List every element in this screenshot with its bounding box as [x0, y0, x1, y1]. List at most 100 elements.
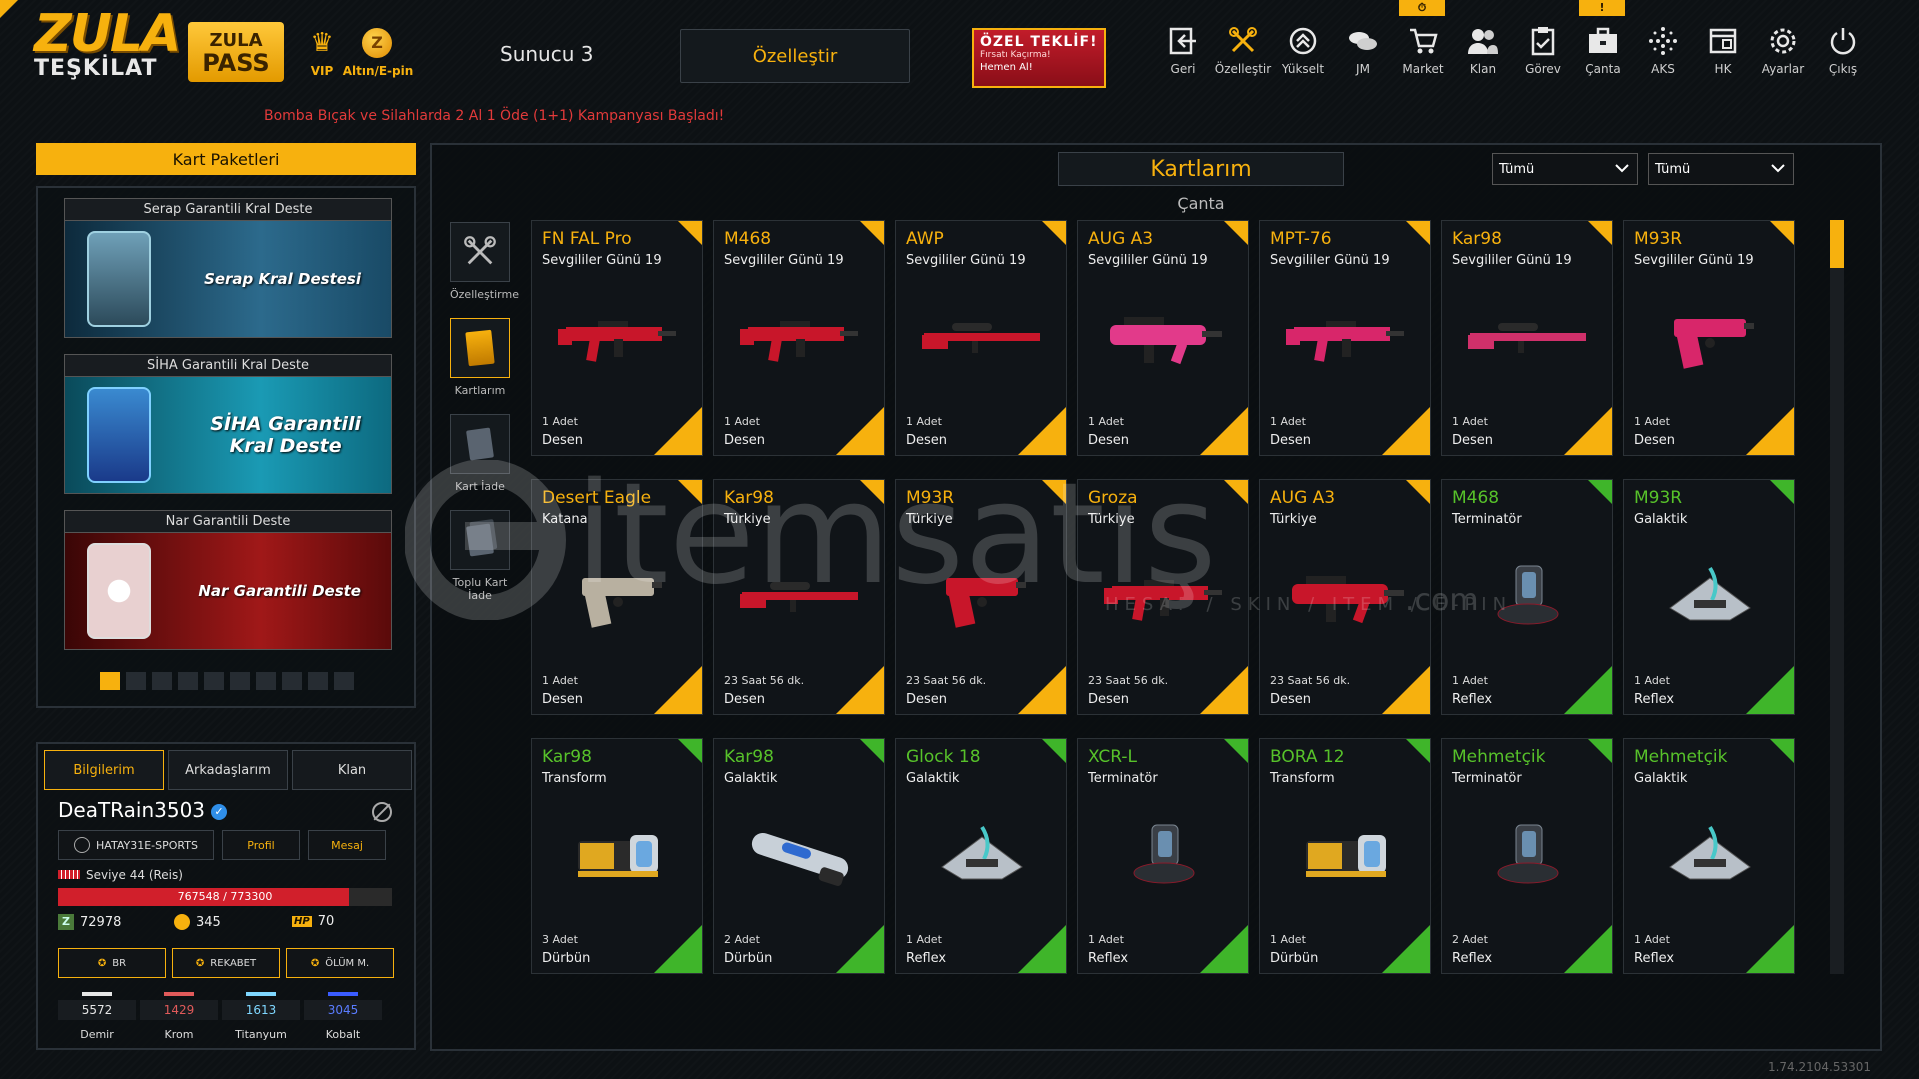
deck-nar[interactable]: Nar Garantili Deste Nar Garantili Deste	[64, 510, 392, 650]
weapon-card[interactable]: Kar98 Sevgililer Günü 19 1 Adet Desen	[1441, 220, 1613, 456]
clan-tag-button[interactable]: HATAY31E-SPORTS	[58, 830, 214, 860]
tool-bulk-card-return[interactable]: Toplu Kart İade	[450, 510, 510, 602]
filter-dropdown-2[interactable]: Tümü	[1648, 153, 1794, 185]
tier-corner-bottom	[1200, 925, 1248, 973]
scrollbar-track[interactable]	[1830, 220, 1844, 974]
deck-title: SİHA Garantili Kral Deste	[65, 355, 391, 377]
tool-customization[interactable]: Özelleştirme	[450, 222, 519, 301]
special-offer-banner[interactable]: ÖZEL TEKLİF! Fırsatı Kaçırma! Hemen Al!	[972, 28, 1106, 88]
page-dot[interactable]	[282, 672, 302, 690]
card-packages-panel: Serap Garantili Kral Deste Serap Kral De…	[36, 186, 416, 708]
mode-br-button[interactable]: ✪ BR	[58, 948, 166, 978]
card-weapon-name: M93R	[1634, 229, 1683, 249]
gold-coin-icon[interactable]: Z	[362, 28, 392, 58]
weapon-card[interactable]: M93R Türkiye 23 Saat 56 dk. Desen	[895, 479, 1067, 715]
weapon-card[interactable]: M93R Sevgililer Günü 19 1 Adet Desen	[1623, 220, 1795, 456]
customize-button[interactable]: Özelleştir	[680, 29, 910, 83]
page-dot[interactable]	[178, 672, 198, 690]
card-skin-name: Terminatör	[1452, 771, 1522, 786]
weapon-card[interactable]: Mehmetçik Galaktik 1 Adet Reflex	[1623, 738, 1795, 974]
tab-my-info[interactable]: Bilgilerim	[44, 750, 164, 790]
tier-corner-bottom	[836, 925, 884, 973]
weapon-card[interactable]: M468 Sevgililer Günü 19 1 Adet Desen	[713, 220, 885, 456]
page-dot[interactable]	[126, 672, 146, 690]
nav-market[interactable]: Market	[1393, 24, 1453, 88]
weapon-card[interactable]: Desert Eagle Katana 1 Adet Desen	[531, 479, 703, 715]
tab-clan[interactable]: Klan	[292, 750, 412, 790]
vip-crown-icon[interactable]: ♛	[305, 28, 339, 60]
vip-label[interactable]: VIP	[305, 64, 339, 78]
offer-subtitle: Fırsatı Kaçırma!	[980, 50, 1051, 60]
clan-icon	[1466, 24, 1500, 58]
weapon-card[interactable]: Kar98 Transform 3 Adet Dürbün	[531, 738, 703, 974]
weapon-card[interactable]: Glock 18 Galaktik 1 Adet Reflex	[895, 738, 1067, 974]
card-skin-name: Sevgililer Günü 19	[1452, 253, 1572, 268]
card-weapon-name: AWP	[906, 229, 944, 249]
card-weapon-name: M93R	[1634, 488, 1683, 508]
nav-settings[interactable]: Ayarlar	[1753, 24, 1813, 88]
page-dot[interactable]	[308, 672, 328, 690]
no-avatar-icon[interactable]	[372, 802, 392, 822]
page-dot[interactable]	[100, 672, 120, 690]
filter-dropdown-1[interactable]: Tümü	[1492, 153, 1638, 185]
weapon-card[interactable]: M93R Galaktik 1 Adet Reflex	[1623, 479, 1795, 715]
nav-customize[interactable]: Özelleştir	[1213, 24, 1273, 88]
my-cards-title: Kartlarım	[1058, 152, 1344, 186]
nav-hk[interactable]: HK	[1693, 24, 1753, 88]
zula-pass-button[interactable]: ZULA PASS	[188, 22, 284, 82]
tier-corner-bottom	[836, 666, 884, 714]
page-dot[interactable]	[204, 672, 224, 690]
weapon-card[interactable]: Mehmetçik Terminatör 2 Adet Reflex	[1441, 738, 1613, 974]
nav-upgrade[interactable]: Yükselt	[1273, 24, 1333, 88]
tier-corner-top	[860, 480, 884, 504]
page-dot[interactable]	[230, 672, 250, 690]
tier-corner-bottom	[836, 407, 884, 455]
card-count: 23 Saat 56 dk.	[906, 674, 987, 687]
weapon-card[interactable]: Kar98 Türkiye 23 Saat 56 dk. Desen	[713, 479, 885, 715]
weapon-card[interactable]: FN FAL Pro Sevgililer Günü 19 1 Adet Desen	[531, 220, 703, 456]
card-type: Desen	[1270, 433, 1312, 448]
message-button[interactable]: Mesaj	[308, 830, 386, 860]
weapon-card[interactable]: Groza Türkiye 23 Saat 56 dk. Desen	[1077, 479, 1249, 715]
filter-value: Tümü	[1655, 161, 1691, 177]
nav-bag[interactable]: Çanta	[1573, 24, 1633, 88]
scrollbar-thumb[interactable]	[1830, 220, 1844, 268]
weapon-card[interactable]: XCR-L Terminatör 1 Adet Reflex	[1077, 738, 1249, 974]
tier-corner-top	[1406, 480, 1430, 504]
nav-jm[interactable]: JM	[1333, 24, 1393, 88]
mode-deathmatch-button[interactable]: ✪ ÖLÜM M.	[286, 948, 394, 978]
hp-icon: HP	[292, 916, 312, 927]
page-dot[interactable]	[152, 672, 172, 690]
tier-corner-top	[860, 739, 884, 763]
nav-quest[interactable]: Görev	[1513, 24, 1573, 88]
tier-corner-top	[860, 221, 884, 245]
page-dot[interactable]	[334, 672, 354, 690]
deck-name: SİHA Garantili Kral Deste	[210, 377, 361, 493]
mode-competitive-button[interactable]: ✪ REKABET	[172, 948, 280, 978]
card-skin-name: Sevgililer Günü 19	[1634, 253, 1754, 268]
card-count: 1 Adet	[906, 933, 942, 946]
nav-back[interactable]: Geri	[1153, 24, 1213, 88]
tab-friends[interactable]: Arkadaşlarım	[168, 750, 288, 790]
weapon-card[interactable]: AUG A3 Sevgililer Günü 19 1 Adet Desen	[1077, 220, 1249, 456]
tool-my-cards[interactable]: Kartlarım	[450, 318, 510, 397]
deck-serap[interactable]: Serap Garantili Kral Deste Serap Kral De…	[64, 198, 392, 338]
weapon-card[interactable]: MPT-76 Sevgililer Günü 19 1 Adet Desen	[1259, 220, 1431, 456]
nav-exit[interactable]: Çıkış	[1813, 24, 1873, 88]
gold-coin-small-icon	[174, 914, 190, 930]
weapon-card[interactable]: M468 Terminatör 1 Adet Reflex	[1441, 479, 1613, 715]
nav-aks[interactable]: AKS	[1633, 24, 1693, 88]
weapon-card[interactable]: AWP Sevgililer Günü 19 1 Adet Desen	[895, 220, 1067, 456]
verified-icon: ✓	[211, 804, 228, 820]
card-weapon-name: AUG A3	[1270, 488, 1336, 508]
deck-siha[interactable]: SİHA Garantili Kral Deste SİHA Garantili…	[64, 354, 392, 494]
nav-clan[interactable]: Klan	[1453, 24, 1513, 88]
weapon-card[interactable]: BORA 12 Transform 1 Adet Dürbün	[1259, 738, 1431, 974]
page-dot[interactable]	[256, 672, 276, 690]
tool-card-return[interactable]: Kart İade	[450, 414, 510, 493]
gold-epin-label[interactable]: Altın/E-pin	[338, 64, 418, 78]
weapon-card[interactable]: AUG A3 Türkiye 23 Saat 56 dk. Desen	[1259, 479, 1431, 715]
profile-button[interactable]: Profil	[222, 830, 300, 860]
weapon-card[interactable]: Kar98 Galaktik 2 Adet Dürbün	[713, 738, 885, 974]
server-label[interactable]: Sunucu 3	[500, 42, 593, 66]
